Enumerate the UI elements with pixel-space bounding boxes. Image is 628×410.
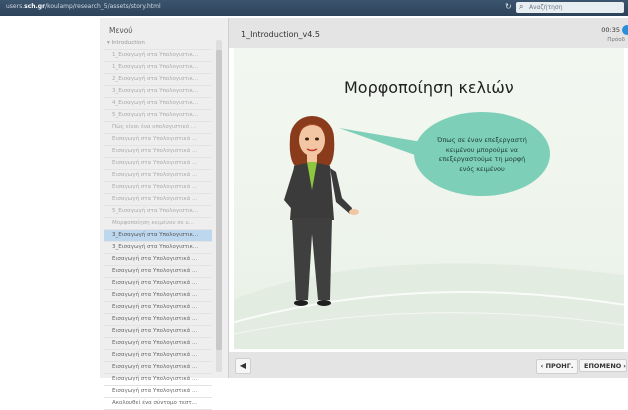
menu-item[interactable]: Ακολουθεί ένα σύντομο τεστ... <box>104 398 212 410</box>
menu-item[interactable]: Εισαγωγή στα Υπολογιστικά ... <box>104 386 212 398</box>
menu-item[interactable]: Εισαγωγή στα Υπολογιστικά ... <box>104 374 212 386</box>
menu-item[interactable]: 1_Εισαγωγή στα Υπολογιστικ... <box>104 62 212 74</box>
menu-item[interactable]: 2_Εισαγωγή στα Υπολογιστικ... <box>104 74 212 86</box>
menu-item[interactable]: Εισαγωγή στα Υπολογιστικά ... <box>104 254 212 266</box>
menu-item[interactable]: Εισαγωγή στα Υπολογιστικά ... <box>104 326 212 338</box>
url-domain: sch.gr <box>24 3 46 10</box>
menu-item[interactable]: 4_Εισαγωγή στα Υπολογιστικ... <box>104 98 212 110</box>
search-icon: ⌕ <box>519 2 524 11</box>
menu-item[interactable]: Εισαγωγή στα Υπολογιστικά ... <box>104 290 212 302</box>
address-bar[interactable]: users.sch.gr/koulamp/research_5/assets/s… <box>6 3 161 10</box>
menu-item[interactable]: Εισαγωγή στα Υπολογιστικά ... <box>104 170 212 182</box>
menu-item[interactable]: Εισαγωγή στα Υπολογιστικά ... <box>104 302 212 314</box>
menu-item[interactable]: Εισαγωγή στα Υπολογιστικά ... <box>104 146 212 158</box>
menu-item[interactable]: ▾ Introduction <box>104 38 212 50</box>
menu-item[interactable]: Εισαγωγή στα Υπολογιστικά ... <box>104 278 212 290</box>
elapsed-time: 00:35 <box>601 26 620 34</box>
volume-button[interactable]: ◀ <box>235 358 251 374</box>
menu-item[interactable]: Πώς είναι ένα υπολογιστικό ... <box>104 122 212 134</box>
player-controls: ◀ ‹ ΠΡΟΗΓ. ΕΠΟΜΕΝΟ › <box>229 352 628 378</box>
menu-item[interactable]: Εισαγωγή στα Υπολογιστικά ... <box>104 314 212 326</box>
menu-item[interactable]: 1_Εισαγωγή στα Υπολογιστικ... <box>104 50 212 62</box>
speech-bubble-text: Όπως σε έναν επεξεργαστή κειμένου μπορού… <box>437 136 527 173</box>
next-button[interactable]: ΕΠΟΜΕΝΟ › <box>579 359 627 372</box>
menu-list: ▾ Introduction 1_Εισαγωγή στα Υπολογιστικ… <box>104 38 212 410</box>
chevron-right-icon: › <box>623 362 626 370</box>
menu-item[interactable]: Μορφοποίηση κειμένου σε υ... <box>104 218 212 230</box>
menu-item[interactable]: Εισαγωγή στα Υπολογιστικά ... <box>104 338 212 350</box>
menu-item[interactable]: 5_Εισαγωγή στα Υπολογιστικ... <box>104 110 212 122</box>
progress-dot <box>622 25 628 35</box>
menu-item[interactable]: Εισαγωγή στα Υπολογιστικά ... <box>104 158 212 170</box>
presenter-character <box>284 116 359 306</box>
menu-scroll-thumb[interactable] <box>216 50 222 350</box>
progress-label: Πρόοδ <box>607 37 625 43</box>
browser-toolbar: users.sch.gr/koulamp/research_5/assets/s… <box>0 0 628 16</box>
menu-item[interactable]: 5_Εισαγωγή στα Υπολογιστικ... <box>104 206 212 218</box>
menu-item[interactable]: Εισαγωγή στα Υπολογιστικά ... <box>104 362 212 374</box>
speaker-icon: ◀ <box>239 361 247 370</box>
search-placeholder: Αναζήτηση <box>529 4 563 11</box>
slide-heading: Μορφοποίηση κελιών <box>344 78 514 97</box>
url-prefix: users. <box>6 3 25 10</box>
menu-item[interactable]: Εισαγωγή στα Υπολογιστικά ... <box>104 182 212 194</box>
menu-item[interactable]: 3_Εισαγωγή στα Υπολογιστικ... <box>104 242 212 254</box>
menu-item[interactable]: Εισαγωγή στα Υπολογιστικά ... <box>104 350 212 362</box>
menu-title: Μενού <box>109 26 133 35</box>
slide-title: 1_Introduction_v4.5 <box>241 30 320 39</box>
prev-button[interactable]: ‹ ΠΡΟΗΓ. <box>536 359 578 374</box>
menu-scrollbar[interactable] <box>216 40 222 372</box>
reload-icon[interactable]: ↻ <box>505 2 512 11</box>
slide-header: 1_Introduction_v4.5 00:35 Πρόοδ <box>229 18 628 48</box>
menu-item[interactable]: 3_Εισαγωγή στα Υπολογιστικ... <box>104 230 212 242</box>
next-button-label: ΕΠΟΜΕΝΟ <box>584 362 622 370</box>
menu-item[interactable]: Εισαγωγή στα Υπολογιστικά ... <box>104 134 212 146</box>
menu-item[interactable]: 3_Εισαγωγή στα Υπολογιστικ... <box>104 86 212 98</box>
course-menu: Μενού ▾ Introduction 1_Εισαγωγή στα Υπολο… <box>100 18 229 410</box>
menu-item[interactable]: Εισαγωγή στα Υπολογιστικά ... <box>104 194 212 206</box>
url-path: /koulamp/research_5/assets/story.html <box>45 3 161 10</box>
slide-stage: Μορφοποίηση κελιών Όπως σε έναν επεξεργα… <box>234 48 624 349</box>
menu-item[interactable]: Εισαγωγή στα Υπολογιστικά ... <box>104 266 212 278</box>
browser-search-input[interactable]: ⌕ Αναζήτηση <box>516 2 624 13</box>
